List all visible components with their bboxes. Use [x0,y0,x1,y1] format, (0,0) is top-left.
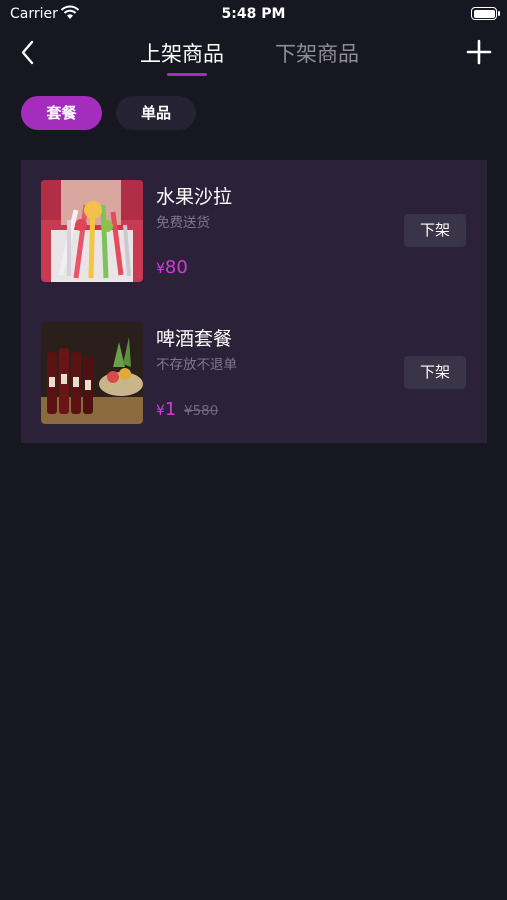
product-description: 不存放不退单 [156,357,237,373]
clock: 5:48 PM [221,6,286,22]
delist-button[interactable]: 下架 [404,214,466,247]
list-item[interactable]: 水果沙拉 免费送货 ¥80 下架 [21,160,487,282]
list-item[interactable]: 啤酒套餐 不存放不退单 ¥1 ¥580 下架 [21,302,487,424]
product-price: ¥80 [156,257,188,278]
product-name: 水果沙拉 [156,186,233,208]
tab-listed[interactable]: 上架商品 [140,38,224,68]
delist-button[interactable]: 下架 [404,356,466,389]
original-price: ¥580 [184,403,219,419]
battery-icon [471,7,500,20]
status-bar: Carrier 5:48 PM [0,0,507,28]
plus-icon [466,39,492,65]
filter-chip-combo[interactable]: 套餐 [21,96,102,130]
product-list: 水果沙拉 免费送货 ¥80 下架 啤酒套餐 不存放不退单 ¥1 ¥580 下架 [21,160,487,443]
back-button[interactable] [14,36,44,70]
add-button[interactable] [465,38,493,66]
tab-delisted[interactable]: 下架商品 [275,38,359,68]
product-description: 免费送货 [156,215,210,231]
chevron-left-icon [21,40,34,65]
product-image [41,180,143,282]
price-value: 80 [164,257,188,278]
product-image [41,322,143,424]
active-tab-indicator [167,73,207,76]
price-value: 1 [164,399,177,420]
currency-symbol: ¥ [156,403,165,419]
product-name: 啤酒套餐 [156,328,233,350]
product-price: ¥1 [156,399,176,420]
filter-chip-single[interactable]: 单品 [116,96,196,130]
currency-symbol: ¥ [156,261,165,277]
